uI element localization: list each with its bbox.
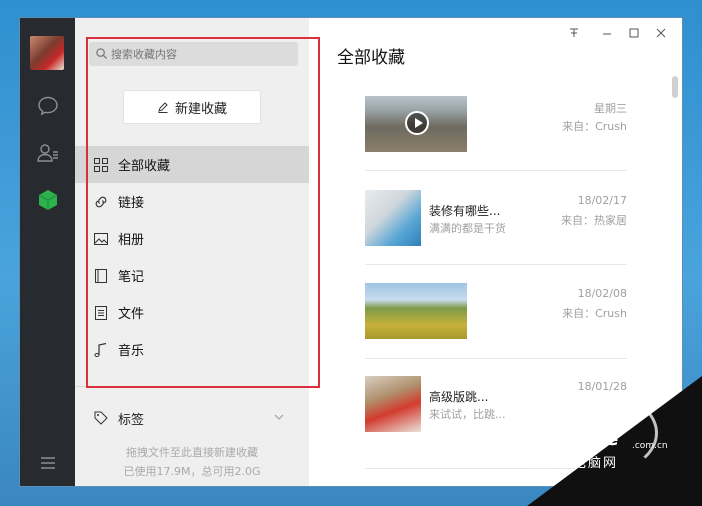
sidebar-item-label: 全部收藏 (118, 159, 171, 174)
sidebar-item-music[interactable]: 音乐 (75, 331, 309, 368)
item-source: 来自：Crush (562, 120, 627, 133)
scrollbar[interactable] (672, 76, 678, 98)
article-thumbnail (365, 190, 421, 246)
grid-icon (94, 157, 108, 172)
item-divider (365, 170, 627, 171)
list-item[interactable]: 装修有哪些... 满满的都是干货 18/02/17 来自：热家居 (365, 190, 627, 246)
item-title: 高级版跳... (429, 390, 489, 404)
sidebar-item-label: 文件 (118, 307, 145, 322)
watermark-subtitle: 太平洋电脑网 (528, 456, 619, 471)
item-title: 装修有哪些... (429, 204, 501, 218)
favorites-cube-icon[interactable] (36, 188, 60, 212)
pin-icon[interactable] (567, 26, 581, 40)
sidebar-item-notes[interactable]: 笔记 (75, 257, 309, 294)
play-icon (405, 111, 429, 135)
item-subtitle: 来试试，比跳... (429, 408, 506, 421)
image-thumbnail (365, 283, 467, 339)
sidebar-item-all-favorites[interactable]: 全部收藏 (75, 146, 309, 183)
item-source: 来自：Crush (562, 307, 627, 320)
item-date: 18/02/17 (577, 194, 627, 207)
close-icon[interactable] (654, 26, 668, 40)
sidebar-item-label: 相册 (118, 233, 145, 248)
item-source: 来自：热家居 (561, 214, 627, 227)
music-icon (94, 342, 107, 357)
file-icon (95, 305, 107, 320)
favorites-sidebar: 新建收藏 全部收藏 链接 相册 笔记 文件 (75, 18, 309, 486)
link-icon (95, 196, 107, 207)
chevron-down-icon[interactable] (274, 412, 284, 422)
sidebar-item-files[interactable]: 文件 (75, 294, 309, 331)
new-favorite-button[interactable]: 新建收藏 (124, 91, 260, 123)
sidebar-divider (75, 386, 309, 387)
list-item[interactable]: 星期三 来自：Crush (365, 96, 627, 152)
item-date: 星期三 (594, 102, 627, 115)
watermark-domain: .com.cn (632, 441, 668, 451)
drag-hint: 拖拽文件至此直接新建收藏 (126, 446, 258, 459)
contacts-icon[interactable] (36, 141, 60, 165)
watermark-logo: PConline (528, 428, 618, 450)
sidebar-item-links[interactable]: 链接 (75, 183, 309, 220)
notebook-icon (95, 268, 107, 283)
minimize-icon[interactable] (600, 26, 614, 40)
item-divider (365, 358, 627, 359)
chat-icon[interactable] (36, 94, 60, 118)
avatar[interactable] (30, 36, 64, 70)
storage-usage: 已使用17.9M，总可用2.0G (123, 465, 261, 478)
search-box[interactable] (89, 42, 298, 66)
page-title: 全部收藏 (337, 48, 405, 68)
image-icon (94, 232, 108, 245)
search-input[interactable] (111, 42, 291, 66)
sidebar-item-albums[interactable]: 相册 (75, 220, 309, 257)
tags-section[interactable]: 标签 (75, 400, 309, 436)
menu-icon[interactable] (36, 451, 60, 475)
left-nav-bar (20, 18, 75, 486)
item-divider (365, 264, 627, 265)
new-favorite-label: 新建收藏 (174, 101, 227, 117)
tag-icon (94, 411, 108, 425)
sidebar-item-label: 音乐 (118, 344, 145, 359)
maximize-icon[interactable] (627, 26, 641, 40)
category-menu: 全部收藏 链接 相册 笔记 文件 音乐 (75, 146, 309, 368)
pencil-icon (158, 102, 168, 113)
item-subtitle: 满满的都是干货 (429, 222, 506, 235)
sidebar-item-label: 笔记 (118, 270, 145, 285)
video-thumbnail (365, 96, 467, 152)
list-item[interactable]: 18/02/08 来自：Crush (365, 283, 627, 339)
item-date: 18/02/08 (577, 287, 627, 300)
tags-label: 标签 (118, 412, 145, 428)
article-thumbnail (365, 376, 421, 432)
sidebar-item-label: 链接 (118, 196, 145, 211)
search-icon (96, 48, 108, 60)
